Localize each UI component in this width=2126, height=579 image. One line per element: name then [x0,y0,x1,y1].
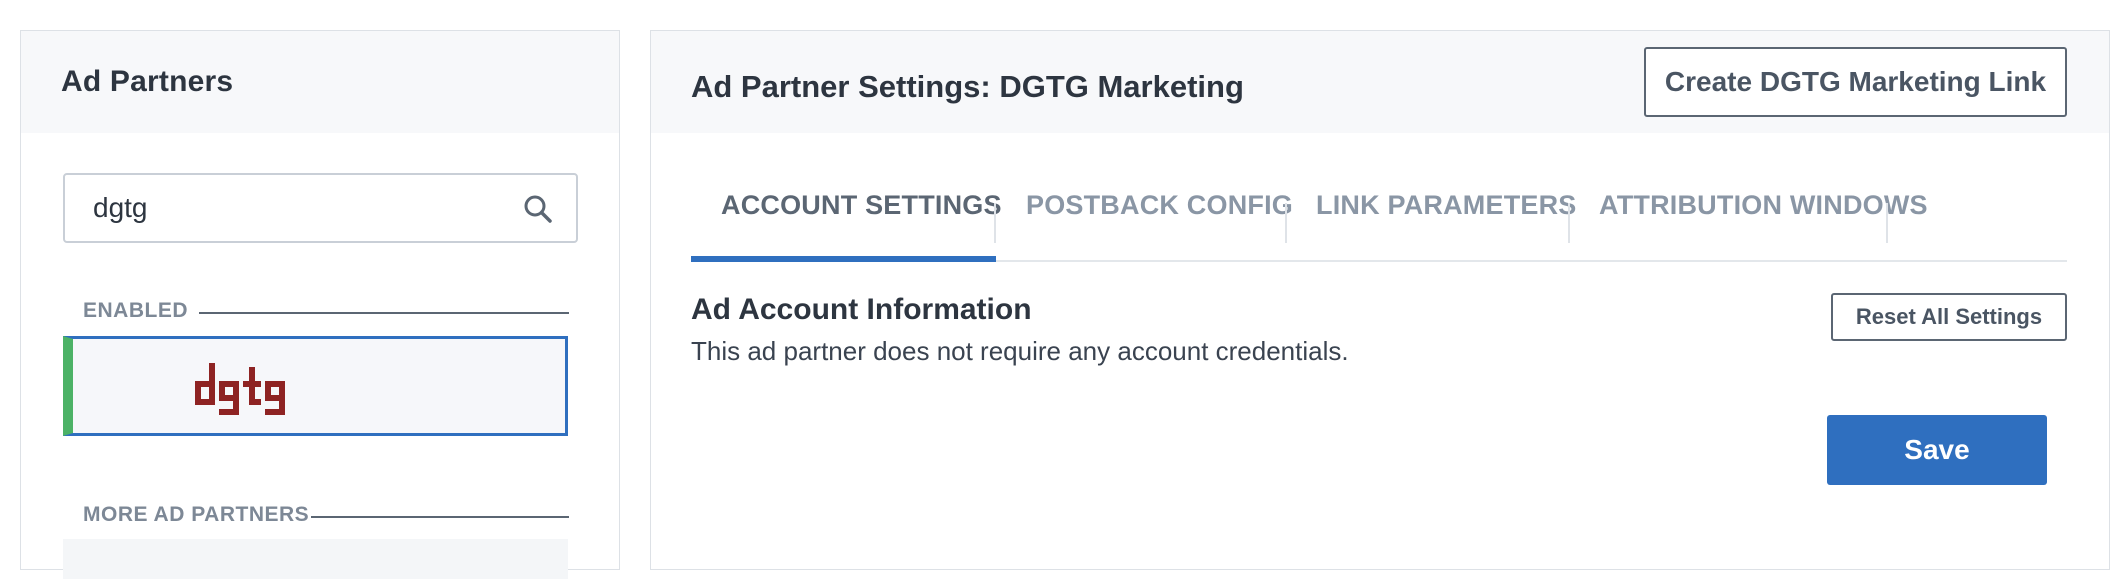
dgtg-logo [195,363,285,415]
settings-tabs: ACCOUNT SETTINGS POSTBACK CONFIG LINK PA… [691,168,2067,262]
ad-partners-panel: Ad Partners ENABLED [20,30,620,579]
enabled-section-divider [199,312,569,314]
tab-separator [1568,203,1570,243]
ad-account-info-title: Ad Account Information [691,293,1032,326]
more-partners-section-label: MORE AD PARTNERS [83,503,310,526]
active-tab-indicator [691,256,996,262]
ad-partners-header: Ad Partners [21,31,619,133]
tab-postback-config[interactable]: POSTBACK CONFIG [1026,190,1293,221]
partner-settings-panel: Ad Partner Settings: DGTG Marketing Crea… [650,30,2110,570]
tab-separator [1886,203,1888,243]
tab-separator [994,203,996,243]
tab-link-parameters[interactable]: LINK PARAMETERS [1316,190,1577,221]
create-link-button[interactable]: Create DGTG Marketing Link [1644,47,2067,117]
tab-attribution-windows[interactable]: ATTRIBUTION WINDOWS [1599,190,1928,221]
reset-all-settings-button[interactable]: Reset All Settings [1831,293,2067,341]
ad-account-info-description: This ad partner does not require any acc… [691,336,1349,366]
partner-settings-header: Ad Partner Settings: DGTG Marketing Crea… [651,31,2109,133]
partner-card-dgtg[interactable] [63,336,568,436]
tab-account-settings[interactable]: ACCOUNT SETTINGS [721,190,1002,221]
partner-search-input[interactable] [65,175,505,241]
save-button[interactable]: Save [1827,415,2047,485]
partner-settings-title: Ad Partner Settings: DGTG Marketing [691,69,1244,104]
enabled-section-label: ENABLED [83,299,189,322]
ad-partners-title: Ad Partners [61,65,234,98]
search-icon[interactable] [522,193,554,225]
more-partners-list[interactable] [63,539,568,579]
partner-search-box[interactable] [63,173,578,243]
tab-separator [1285,203,1287,243]
more-partners-section-divider [311,516,569,518]
